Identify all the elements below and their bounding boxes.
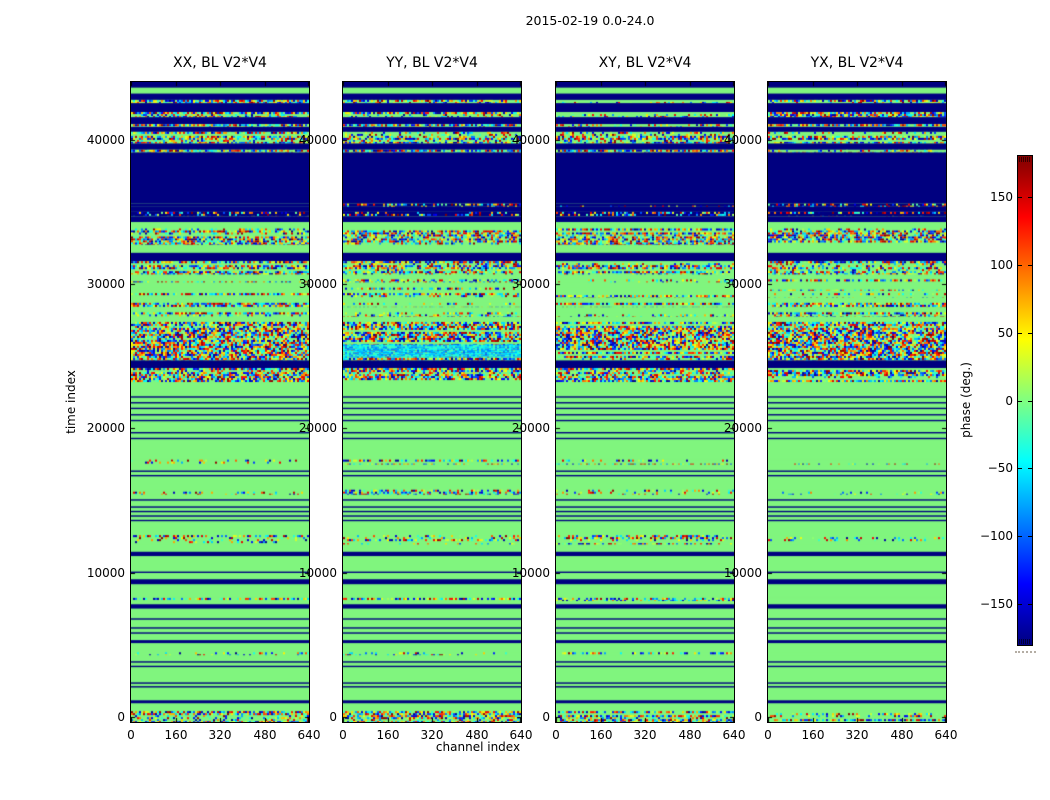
y-tick-label: 40000 (723, 133, 762, 147)
colorbar-tick-mark (1018, 265, 1022, 266)
figure: 2015-02-19 0.0-24.0 time index channel i… (0, 0, 1050, 800)
colorbar-tick-mark (1018, 197, 1022, 198)
y-axis-label: time index (64, 370, 78, 434)
y-tick-label: 0 (117, 710, 125, 724)
y-tick-label: 0 (754, 710, 762, 724)
x-tick-label: 320 (208, 728, 232, 742)
x-tick-label: 0 (552, 728, 560, 742)
colorbar-tick-mark (1018, 401, 1022, 402)
y-tick-label: 10000 (86, 566, 125, 580)
y-tick-label: 20000 (723, 421, 762, 435)
colorbar-tick-mark (1028, 265, 1032, 266)
colorbar-bottom-hatch-icon (1019, 639, 1030, 644)
y-tick-label: 10000 (298, 566, 337, 580)
y-tick-label: 0 (329, 710, 337, 724)
colorbar-tick-mark (1018, 333, 1022, 334)
x-tick-label: 480 (253, 728, 277, 742)
colorbar-tick-mark (1018, 468, 1022, 469)
colorbar-tick-mark (1028, 401, 1032, 402)
colorbar-tick-mark (1028, 468, 1032, 469)
x-tick-label: 320 (845, 728, 869, 742)
x-tick-label: 480 (678, 728, 702, 742)
y-tick-label: 30000 (723, 277, 762, 291)
y-tick-label: 40000 (298, 133, 337, 147)
heatmap-canvas-xx (131, 82, 309, 722)
panel-title-yy: YY, BL V2*V4 (386, 55, 478, 71)
y-tick-label: 20000 (511, 421, 550, 435)
colorbar-tick-mark (1018, 604, 1022, 605)
colorbar-dotted-line (1015, 651, 1036, 653)
y-tick-label: 40000 (86, 133, 125, 147)
heatmap-panel-yx (767, 81, 947, 723)
colorbar-tick-label: −150 (980, 597, 1013, 611)
colorbar-tick-label: 0 (1005, 394, 1013, 408)
y-tick-label: 40000 (511, 133, 550, 147)
x-tick-label: 160 (376, 728, 400, 742)
x-tick-label: 160 (164, 728, 188, 742)
colorbar-tick-mark (1028, 197, 1032, 198)
x-tick-label: 640 (934, 728, 958, 742)
y-tick-label: 20000 (298, 421, 337, 435)
y-tick-label: 30000 (511, 277, 550, 291)
heatmap-canvas-xy (556, 82, 734, 722)
heatmap-canvas-yy (343, 82, 521, 722)
x-tick-label: 0 (764, 728, 772, 742)
colorbar-top-hatch-icon (1019, 157, 1030, 162)
heatmap-canvas-yx (768, 82, 946, 722)
x-tick-label: 480 (465, 728, 489, 742)
y-tick-label: 30000 (86, 277, 125, 291)
y-tick-label: 0 (542, 710, 550, 724)
x-tick-label: 480 (890, 728, 914, 742)
x-tick-label: 320 (420, 728, 444, 742)
x-tick-label: 160 (801, 728, 825, 742)
colorbar-tick-label: 100 (990, 258, 1013, 272)
y-tick-label: 30000 (298, 277, 337, 291)
colorbar-tick-mark (1018, 536, 1022, 537)
heatmap-panel-xy (555, 81, 735, 723)
panel-title-xy: XY, BL V2*V4 (598, 55, 692, 71)
colorbar-tick-mark (1028, 333, 1032, 334)
colorbar-tick-label: −100 (980, 529, 1013, 543)
panel-title-xx: XX, BL V2*V4 (173, 55, 267, 71)
y-tick-label: 20000 (86, 421, 125, 435)
heatmap-panel-yy (342, 81, 522, 723)
x-tick-label: 160 (589, 728, 613, 742)
colorbar-tick-mark (1028, 604, 1032, 605)
x-tick-label: 320 (633, 728, 657, 742)
colorbar-tick-mark (1028, 536, 1032, 537)
y-tick-label: 10000 (511, 566, 550, 580)
colorbar-tick-label: −50 (987, 461, 1013, 475)
panel-title-yx: YX, BL V2*V4 (810, 55, 904, 71)
colorbar-tick-label: 50 (997, 326, 1013, 340)
figure-title: 2015-02-19 0.0-24.0 (525, 13, 655, 28)
x-tick-label: 0 (127, 728, 135, 742)
colorbar-tick-label: 150 (990, 190, 1013, 204)
heatmap-panel-xx (130, 81, 310, 723)
y-tick-label: 10000 (723, 566, 762, 580)
x-tick-label: 0 (339, 728, 347, 742)
